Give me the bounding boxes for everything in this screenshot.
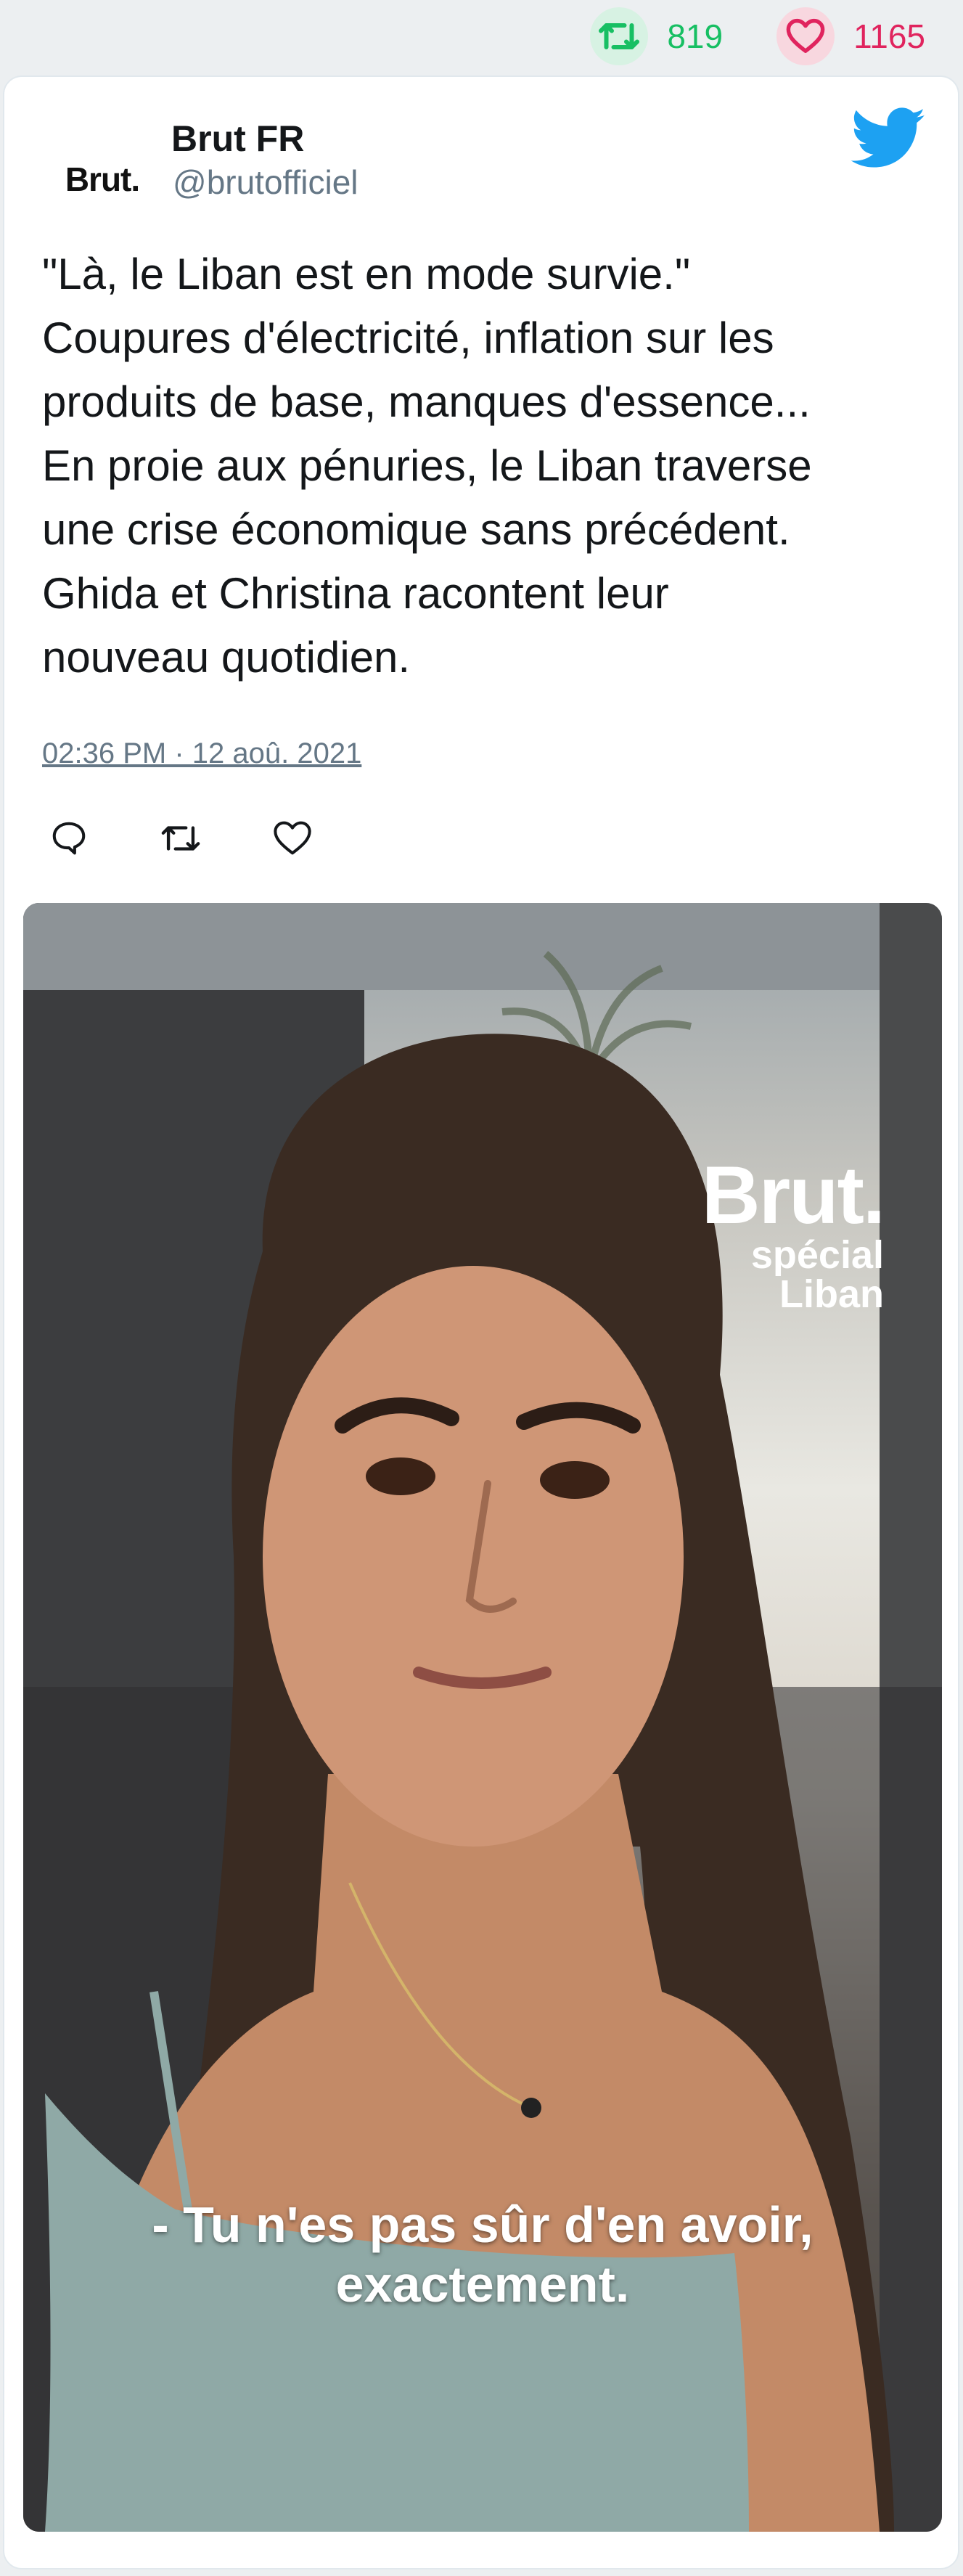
tweet-text-line: une crise économique sans précédent. [42,505,790,554]
tweet-media-video[interactable]: Brut. spécial Liban - Tu n'es pas sûr d'… [23,903,942,2532]
tweet-card[interactable]: Brut. Brut FR @brutofficiel "Là, le Liba… [3,75,959,2569]
retweet-count-value: 819 [667,17,724,55]
display-name[interactable]: Brut FR [171,118,304,160]
tweet-timestamp-link[interactable]: 02:36 PM · 12 aoû. 2021 [42,737,361,770]
like-count-value: 1165 [853,17,925,55]
tweet-actions [48,817,314,859]
tweet-text: "Là, le Liban est en mode survie." Coupu… [42,242,935,690]
tweet-stats: 819 1165 [0,0,963,73]
watermark-subtitle-2: Liban [779,1272,884,1316]
caption-line: - Tu n'es pas sûr d'en avoir, [152,2196,814,2253]
tweet-text-line: Coupures d'électricité, inflation sur le… [42,314,774,362]
avatar[interactable]: Brut. [48,125,157,234]
like-count[interactable]: 1165 [776,7,925,65]
tweet-text-line: "Là, le Liban est en mode survie." [42,250,691,298]
tweet-text-line: En proie aux pénuries, le Liban traverse [42,441,812,490]
tweet-text-line: produits de base, manques d'essence... [42,377,811,426]
caption-line: exactement. [335,2256,630,2313]
watermark-subtitle-1: spécial [750,1233,884,1277]
tweet-text-line: Ghida et Christina racontent leur [42,569,669,618]
retweet-count[interactable]: 819 [590,7,723,65]
watermark-brand: Brut. [701,1150,885,1240]
twitter-bird-icon[interactable] [851,107,927,170]
brut-watermark: Brut. spécial Liban [701,1150,885,1316]
retweet-icon [590,7,649,65]
video-caption: - Tu n'es pas sûr d'en avoir, exactement… [23,2195,942,2314]
reply-icon[interactable] [48,817,90,859]
tweet-text-line: nouveau quotidien. [42,633,411,682]
heart-icon [776,7,835,65]
user-handle[interactable]: @brutofficiel [173,163,358,202]
retweet-icon[interactable] [160,817,202,859]
like-icon[interactable] [271,817,314,859]
